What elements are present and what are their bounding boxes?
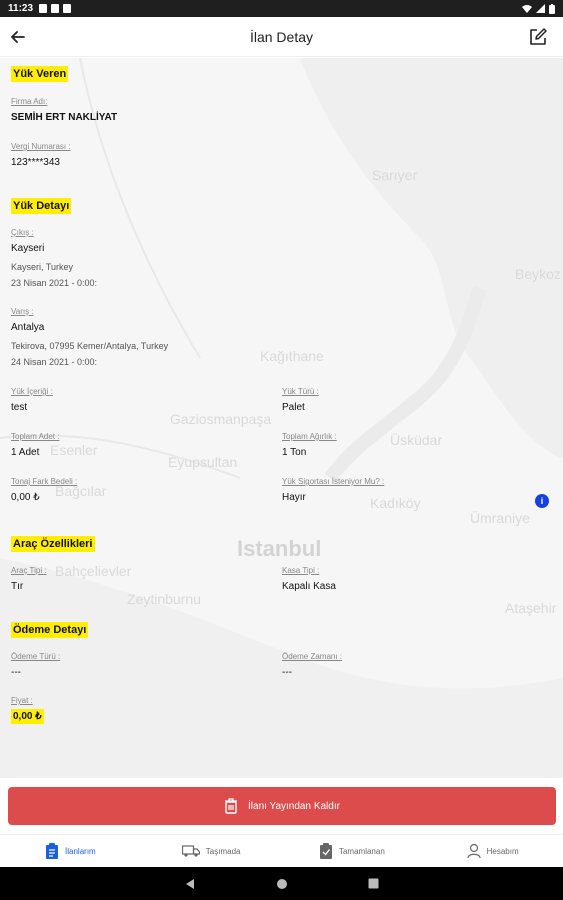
nav-item-in-transit[interactable]: Taşımada [141, 835, 282, 867]
remove-listing-button[interactable]: İlanı Yayından Kaldır [8, 787, 556, 825]
wifi-icon [522, 5, 532, 13]
company-name-value: SEMİH ERT NAKLİYAT [11, 112, 118, 123]
tax-number-label: Vergi Numarası : [11, 142, 71, 151]
departure-address: Kayseri, Turkey [11, 262, 74, 272]
arrival-city: Antalya [11, 322, 45, 333]
nav-item-completed[interactable]: Tamamlanan [282, 835, 423, 867]
departure-label: Çıkış : [11, 228, 34, 237]
bottom-nav: İlanlarım Taşımada Tamamlanan Hesabım [0, 834, 563, 867]
nav-label: Tamamlanan [338, 846, 385, 856]
nav-item-account[interactable]: Hesabım [422, 835, 563, 867]
map-label: Eyupsultan [168, 454, 238, 470]
map-label: Esenler [50, 442, 98, 458]
nav-label: İlanlarım [65, 846, 96, 856]
section-title-vehicle: Araç Özellikleri [11, 536, 95, 552]
signal-icon [536, 4, 545, 13]
page-title: İlan Detay [249, 28, 314, 45]
arrival-address: Tekirova, 07995 Kemer/Antalya, Turkey [11, 341, 169, 351]
clipboard-check-icon [319, 843, 332, 859]
map-label: Üsküdar [390, 432, 443, 448]
vehicle-type-label: Araç Tipi : [11, 566, 47, 575]
listing-detail-content: Sarıyer Beykoz Kağıthane Gaziosmanpaşa E… [0, 58, 563, 778]
map-label: Zeytinburnu [127, 591, 201, 607]
section-title-cargo-detail: Yük Detayı [11, 198, 72, 214]
remove-listing-label: İlanı Yayından Kaldır [248, 800, 340, 812]
total-quantity-value: 1 Adet [11, 447, 40, 458]
total-weight-value: 1 Ton [282, 447, 307, 458]
nav-label: Hesabım [486, 846, 519, 856]
company-name-label: Firma Adı: [11, 97, 48, 106]
tonnage-fee-label: Tonaj Fark Bedeli : [11, 477, 78, 486]
truck-icon [181, 845, 200, 857]
map-label: Beykoz [515, 266, 561, 282]
cargo-content-value: test [11, 402, 28, 413]
cargo-type-label: Yük Türü : [282, 387, 319, 396]
section-title-shipper: Yük Veren [11, 66, 69, 82]
map-label: Bahçelievler [55, 563, 132, 579]
total-weight-label: Toplam Ağırlık : [282, 432, 337, 441]
battery-icon [549, 3, 555, 14]
map-label: Ataşehir [505, 600, 557, 616]
insurance-label: Yük Sigortası İsteniyor Mu? : [282, 477, 385, 486]
vehicle-type-value: Tır [11, 581, 24, 592]
departure-date: 23 Nisan 2021 - 0:00: [11, 278, 98, 288]
payment-type-label: Ödeme Türü : [11, 652, 61, 661]
cargo-content-label: Yük İçeriği : [11, 387, 53, 396]
insurance-value: Hayır [282, 492, 306, 503]
total-quantity-label: Toplam Adet : [11, 432, 60, 441]
map-label: Kadıköy [370, 495, 421, 511]
info-icon[interactable]: i [535, 494, 549, 508]
system-home-icon[interactable] [276, 878, 288, 890]
status-time: 11:23 [8, 3, 34, 14]
arrival-label: Varış : [11, 307, 34, 316]
notification-icon [51, 4, 60, 13]
price-value: 0,00 ₺ [11, 709, 44, 724]
body-type-label: Kasa Tipi : [282, 566, 320, 575]
user-icon [467, 843, 481, 859]
notification-icon [39, 4, 48, 13]
map-label: Gaziosmanpaşa [170, 411, 272, 427]
cargo-type-value: Palet [282, 402, 305, 413]
payment-time-value: --- [282, 667, 292, 678]
section-title-payment: Ödeme Detayı [11, 622, 89, 638]
map-label: Kağıthane [260, 348, 324, 364]
system-back-icon[interactable] [184, 878, 196, 890]
price-label: Fiyat : [11, 696, 33, 705]
payment-type-value: --- [11, 667, 21, 678]
system-recents-icon[interactable] [368, 878, 379, 889]
nav-item-my-listings[interactable]: İlanlarım [0, 835, 141, 867]
edit-icon[interactable] [527, 26, 549, 48]
trash-icon [225, 798, 238, 814]
map-label: Istanbul [237, 536, 322, 561]
map-label: Ümraniye [470, 510, 530, 526]
system-nav-bar [0, 867, 563, 900]
arrival-date: 24 Nisan 2021 - 0:00: [11, 357, 98, 367]
clipboard-list-icon [46, 843, 59, 859]
departure-city: Kayseri [11, 243, 45, 254]
payment-time-label: Ödeme Zamanı : [282, 652, 343, 661]
map-label: Sarıyer [372, 167, 418, 183]
body-type-value: Kapalı Kasa [282, 581, 336, 592]
tax-number-value: 123****343 [11, 157, 60, 168]
status-bar: 11:23 [0, 0, 563, 17]
tonnage-fee-value: 0,00 ₺ [11, 492, 40, 503]
app-bar: İlan Detay [0, 17, 563, 57]
sim-icon [63, 4, 72, 13]
nav-label: Taşımada [205, 846, 241, 856]
